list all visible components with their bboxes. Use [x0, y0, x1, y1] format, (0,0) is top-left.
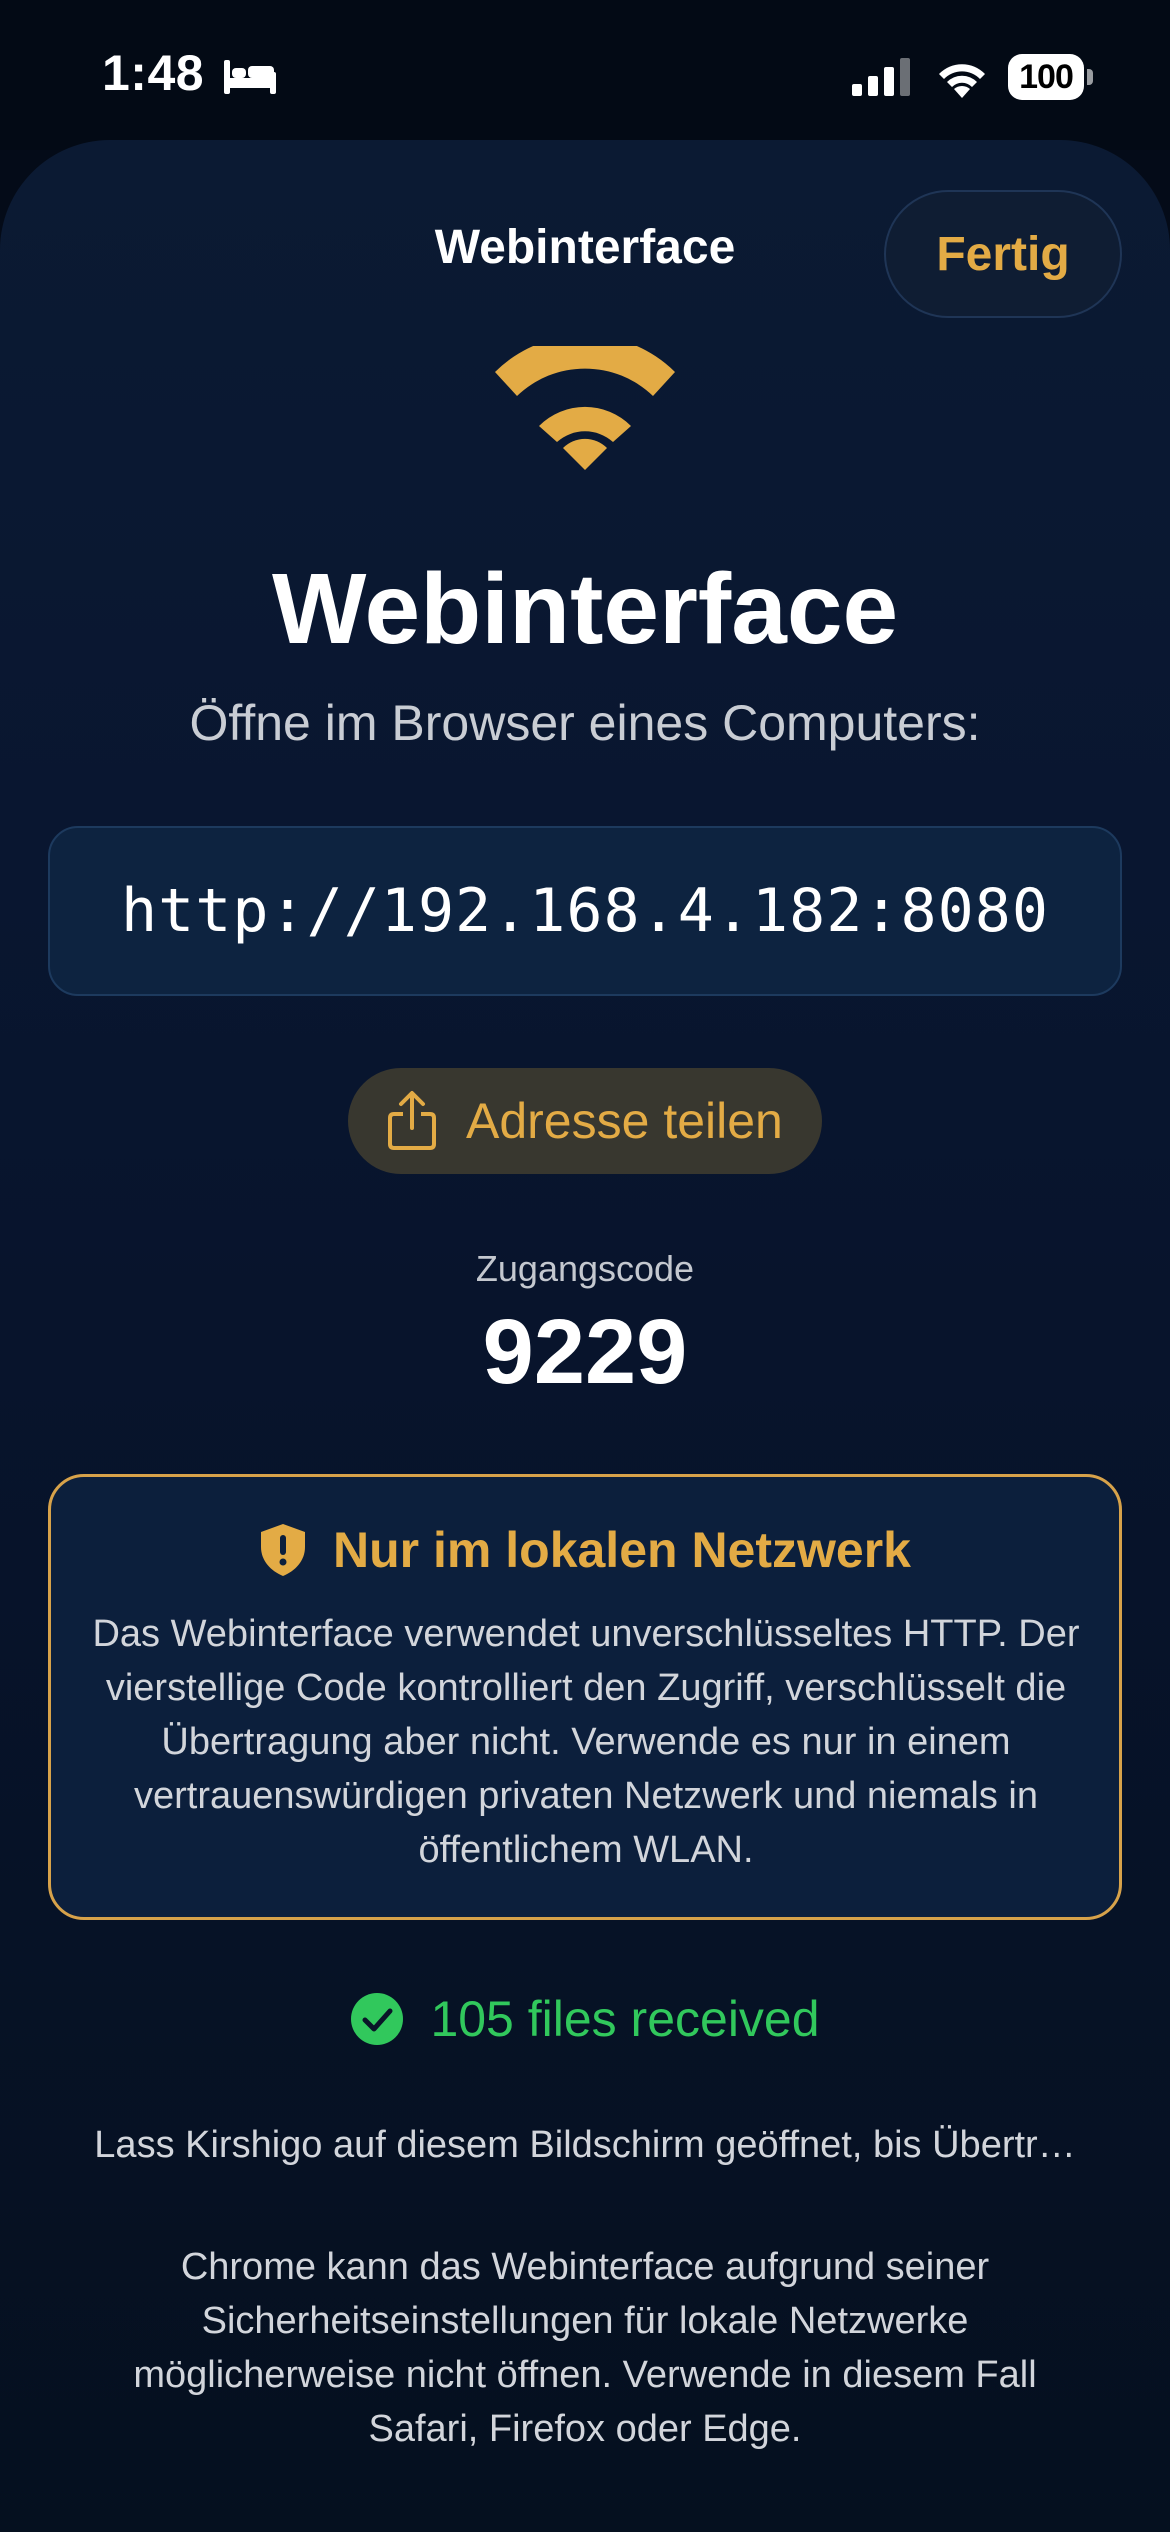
battery-tip: [1087, 69, 1093, 85]
checkmark-circle-icon: [351, 1993, 404, 2045]
cellular-signal-icon: [852, 58, 910, 96]
status-time: 1:48: [102, 45, 205, 101]
wifi-icon: [939, 64, 985, 98]
sleep-icon: [224, 60, 276, 94]
battery-level: 100: [1008, 54, 1084, 100]
battery-icon: 100: [1008, 54, 1093, 100]
shield-exclamation-icon: [261, 1524, 306, 1576]
files-received-text: 105 files received: [430, 1991, 820, 2047]
share-address-label: Adresse teilen: [466, 1093, 783, 1149]
page-subtitle: Öffne im Browser eines Computers:: [189, 695, 981, 751]
share-icon: [388, 1091, 436, 1150]
local-network-warning: Nur im lokalen Netzwerk Das Webinterface…: [48, 1474, 1122, 1920]
url-display[interactable]: http://192.168.4.182:8080: [48, 826, 1122, 996]
access-code-value: 9229: [482, 1301, 688, 1403]
warning-header: Nur im lokalen Netzwerk: [51, 1521, 1119, 1579]
chrome-compatibility-note: Chrome kann das Webinterface aufgrund se…: [133, 2246, 1037, 2450]
status-bar: 1:48 100: [0, 0, 1170, 150]
wifi-icon: [495, 346, 675, 470]
share-address-button[interactable]: Adresse teilen: [348, 1068, 822, 1174]
access-code-label: Zugangscode: [475, 1248, 695, 1289]
warning-title: Nur im lokalen Netzwerk: [333, 1522, 911, 1578]
transfer-status: 105 files received: [0, 1990, 1170, 2048]
warning-body: Das Webinterface verwendet unverschlüsse…: [92, 1613, 1080, 1871]
done-button[interactable]: Fertig: [884, 190, 1122, 318]
page-title: Webinterface: [271, 553, 899, 665]
keep-open-hint: Lass Kirshigo auf diesem Bildschirm geöf…: [94, 2124, 1076, 2166]
